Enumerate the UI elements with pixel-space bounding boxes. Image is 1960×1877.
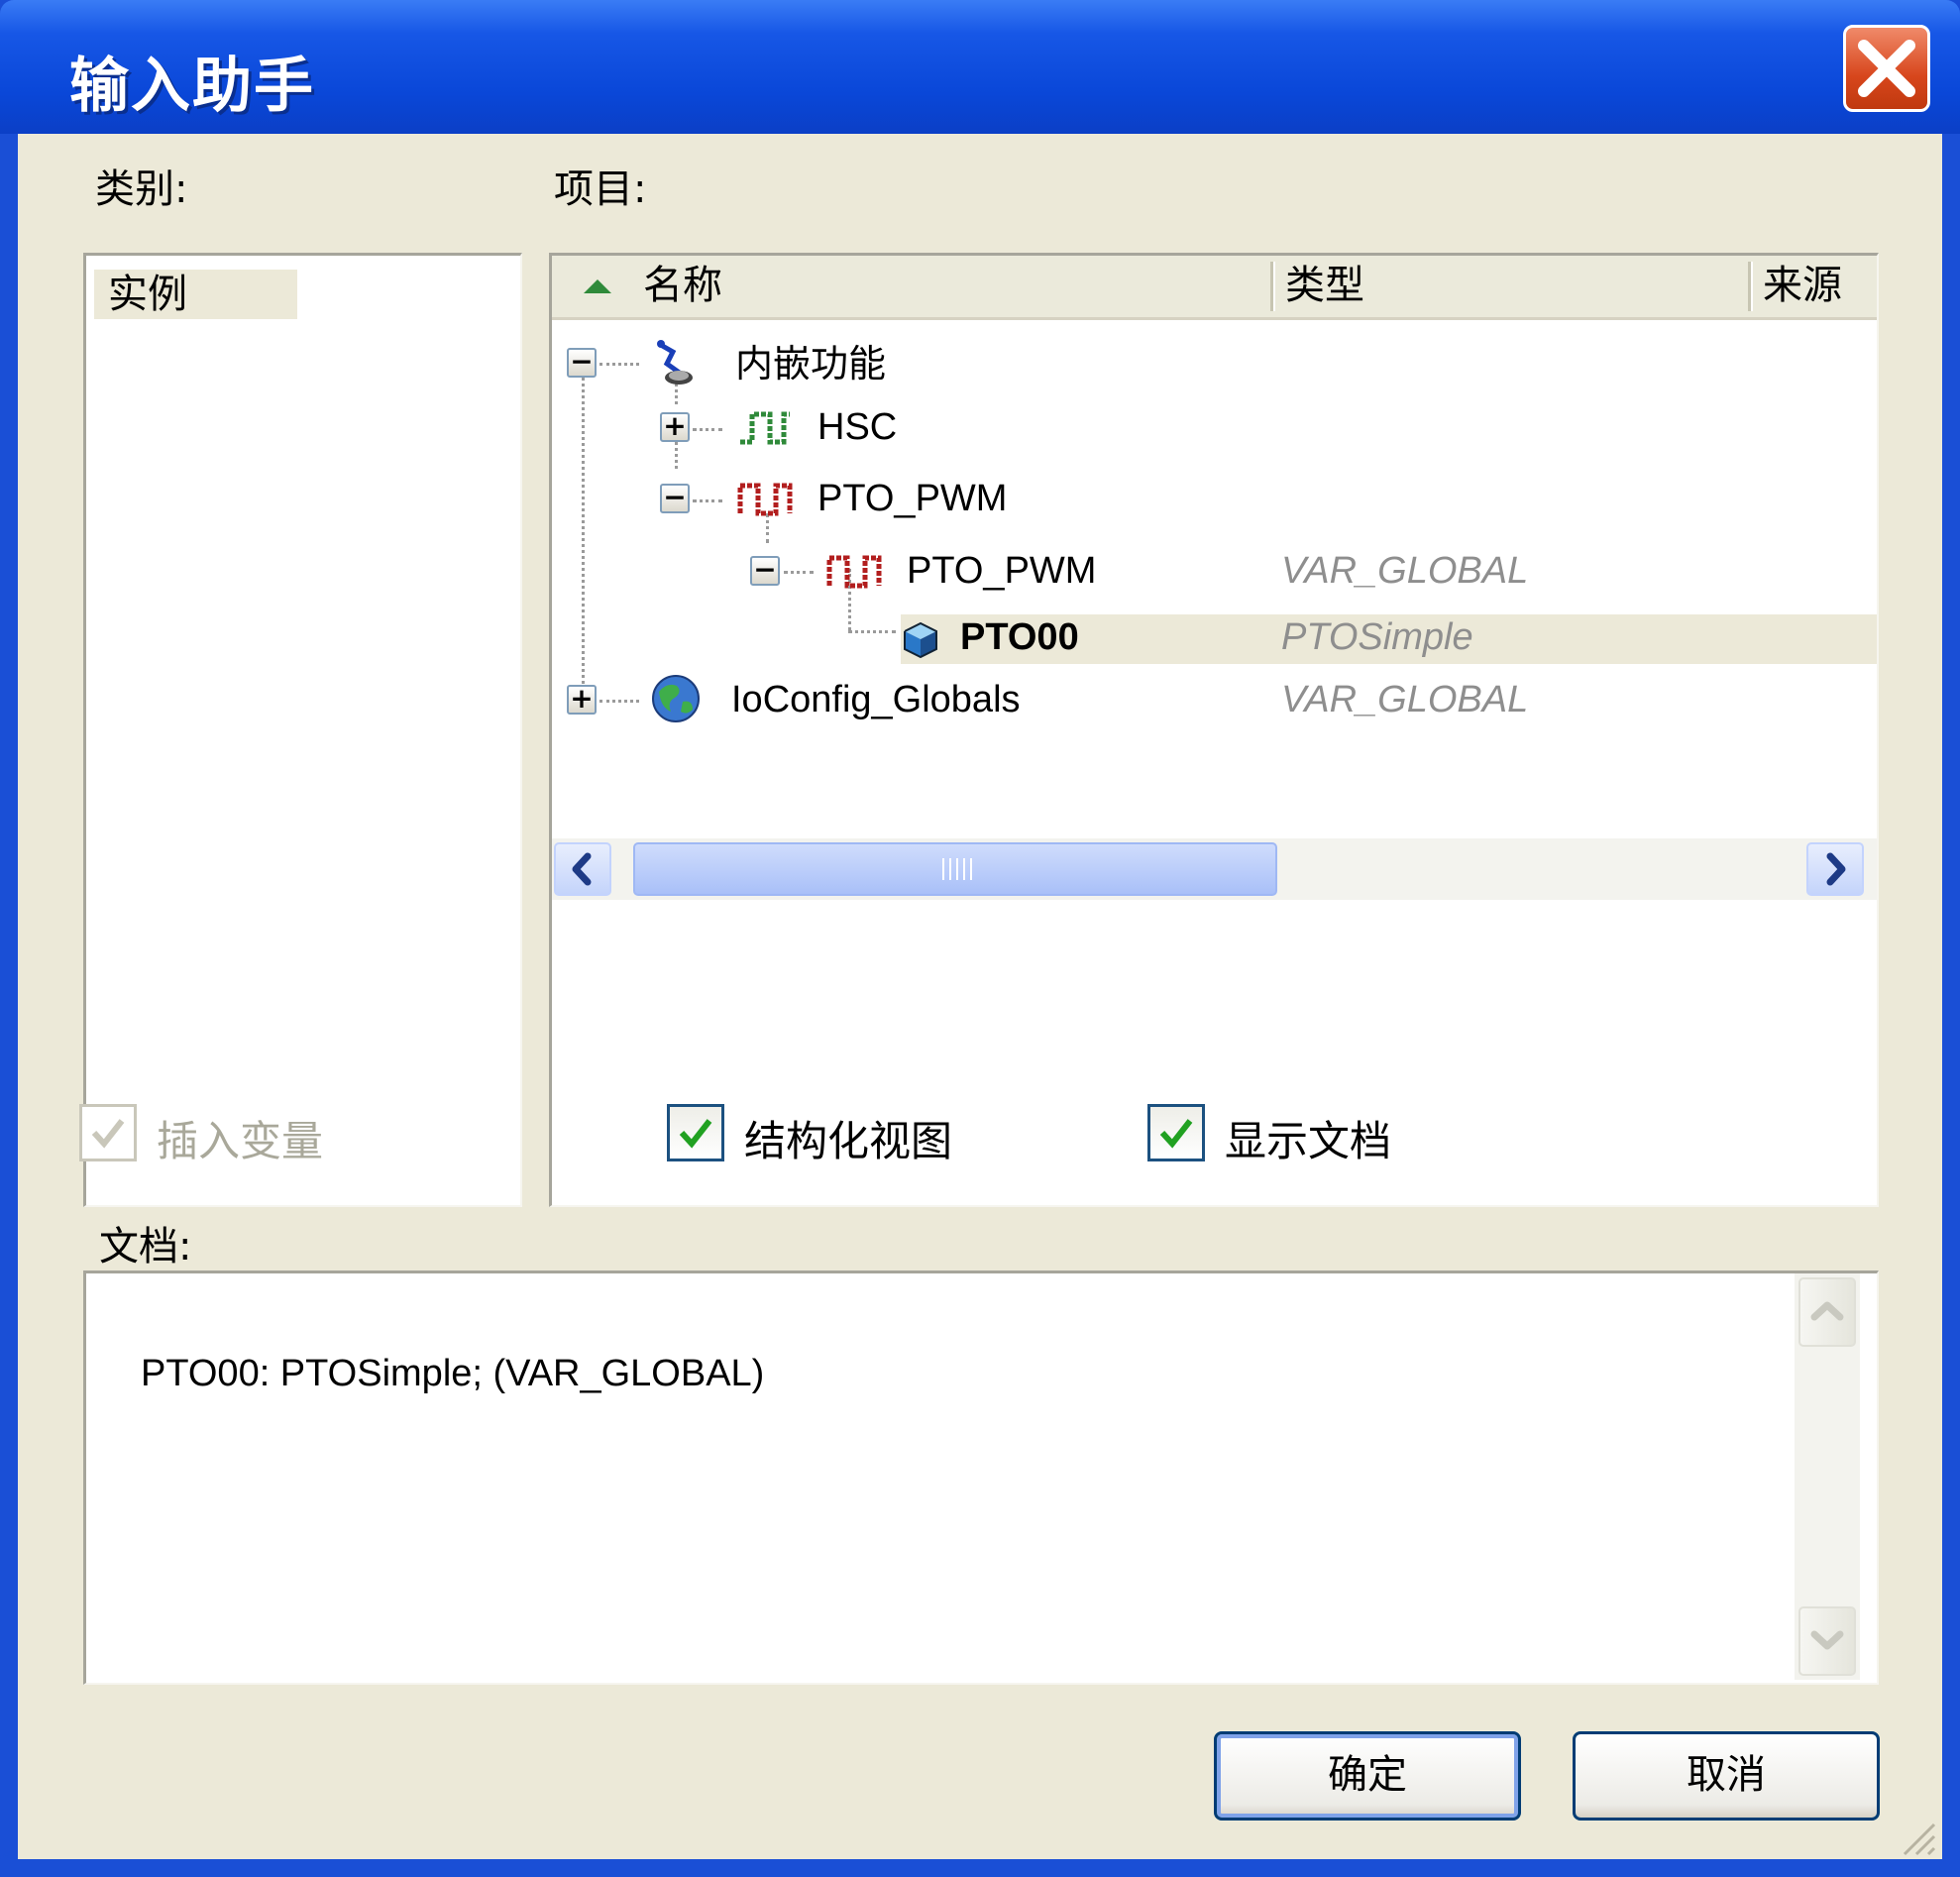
tree-line <box>693 428 722 431</box>
category-label: 类别: <box>95 166 188 212</box>
show-documentation-option[interactable]: 显示文档 <box>1147 1104 1425 1165</box>
tree-item-pto-pwm[interactable]: PTO_PWM <box>907 546 1096 596</box>
column-name[interactable]: 名称 <box>643 256 1119 317</box>
collapse-toggle[interactable]: − <box>750 556 780 586</box>
embedded-functions-icon <box>657 340 693 385</box>
title-bar[interactable]: 输入助手 <box>0 0 1960 134</box>
tree-item-pto-pwm-group[interactable]: PTO_PWM <box>817 474 1007 523</box>
tree-line <box>599 363 639 366</box>
close-button[interactable] <box>1843 25 1930 112</box>
column-source[interactable]: 来源 <box>1763 256 1872 317</box>
items-label: 项目: <box>554 166 647 212</box>
sort-ascending-icon <box>584 279 611 293</box>
scroll-up-button[interactable] <box>1798 1277 1856 1347</box>
tree-line <box>693 499 722 502</box>
tree-line <box>599 700 639 703</box>
vertical-scrollbar[interactable] <box>1795 1273 1860 1680</box>
pto-pwm-signal-icon <box>737 483 793 516</box>
globe-icon <box>652 675 700 722</box>
resize-grip-icon[interactable] <box>1897 1817 1936 1856</box>
documentation-text: PTO00: PTOSimple; (VAR_GLOBAL) <box>141 1353 765 1394</box>
documentation-label: 文档: <box>99 1224 192 1270</box>
chevron-down-icon <box>1810 1630 1844 1650</box>
structured-view-label[interactable]: 结构化视图 <box>744 1108 952 1168</box>
scroll-right-button[interactable] <box>1806 842 1864 896</box>
category-list[interactable]: 实例 <box>83 253 522 1207</box>
grip-icon <box>942 858 972 880</box>
show-documentation-label[interactable]: 显示文档 <box>1225 1108 1391 1168</box>
close-icon <box>1858 40 1915 97</box>
column-type[interactable]: 类型 <box>1285 256 1682 317</box>
tree-item-embedded-functions[interactable]: 内嵌功能 <box>735 340 886 389</box>
insert-variables-checkbox <box>79 1104 137 1161</box>
column-separator <box>1270 262 1275 311</box>
tree-line <box>784 571 814 574</box>
collapse-toggle[interactable]: − <box>567 348 597 378</box>
pto-pwm-signal-icon <box>826 555 882 589</box>
structured-view-option[interactable]: 结构化视图 <box>667 1104 984 1165</box>
column-separator <box>1748 262 1753 311</box>
chevron-right-icon <box>1826 852 1846 886</box>
tree-item-ioconfig-globals[interactable]: IoConfig_Globals <box>731 675 1021 724</box>
structured-view-checkbox[interactable] <box>667 1104 724 1161</box>
insert-variables-option: 插入变量 <box>79 1104 377 1165</box>
scroll-down-button[interactable] <box>1798 1606 1856 1676</box>
show-documentation-checkbox[interactable] <box>1147 1104 1205 1161</box>
expand-toggle[interactable]: + <box>660 412 690 442</box>
hsc-signal-icon <box>740 411 790 445</box>
chevron-up-icon <box>1810 1301 1844 1321</box>
items-tree[interactable]: 名称 类型 来源 − 内嵌功能 + HSC − PTO_PWM − PTO_PW… <box>549 253 1879 1207</box>
insert-variables-label: 插入变量 <box>157 1117 324 1165</box>
window-title: 输入助手 <box>69 52 315 121</box>
cancel-button[interactable]: 取消 <box>1573 1731 1880 1821</box>
ok-button[interactable]: 确定 <box>1214 1731 1521 1821</box>
scroll-thumb[interactable] <box>633 842 1277 896</box>
checkmark-icon <box>679 1119 712 1149</box>
checkmark-icon <box>91 1119 125 1149</box>
horizontal-scrollbar[interactable] <box>552 838 1877 900</box>
instance-cube-icon <box>904 621 937 659</box>
expand-toggle[interactable]: + <box>567 685 597 715</box>
column-header: 名称 类型 来源 <box>552 256 1877 320</box>
checkmark-icon <box>1159 1119 1193 1149</box>
category-item-instance[interactable]: 实例 <box>94 270 297 319</box>
tree-line <box>582 373 585 702</box>
chevron-left-icon <box>572 852 592 886</box>
dialog-body: 类别: 实例 项目: 名称 类型 来源 − 内嵌功能 + HSC − PTO_P… <box>18 134 1942 1859</box>
tree-item-pto-pwm-type: VAR_GLOBAL <box>1281 550 1529 592</box>
tree-item-pto00[interactable]: PTO00 <box>960 612 1079 662</box>
tree-item-pto00-type: PTOSimple <box>1281 616 1473 658</box>
tree-line <box>848 630 896 633</box>
collapse-toggle[interactable]: − <box>660 484 690 513</box>
scroll-left-button[interactable] <box>554 842 611 896</box>
tree-item-ioconfig-globals-type: VAR_GLOBAL <box>1281 679 1529 720</box>
documentation-box[interactable]: PTO00: PTOSimple; (VAR_GLOBAL) <box>83 1270 1879 1685</box>
dialog-window: 输入助手 类别: 实例 项目: 名称 类型 来源 − 内嵌功能 + HSC − … <box>0 0 1960 1877</box>
tree-item-hsc[interactable]: HSC <box>817 402 897 452</box>
